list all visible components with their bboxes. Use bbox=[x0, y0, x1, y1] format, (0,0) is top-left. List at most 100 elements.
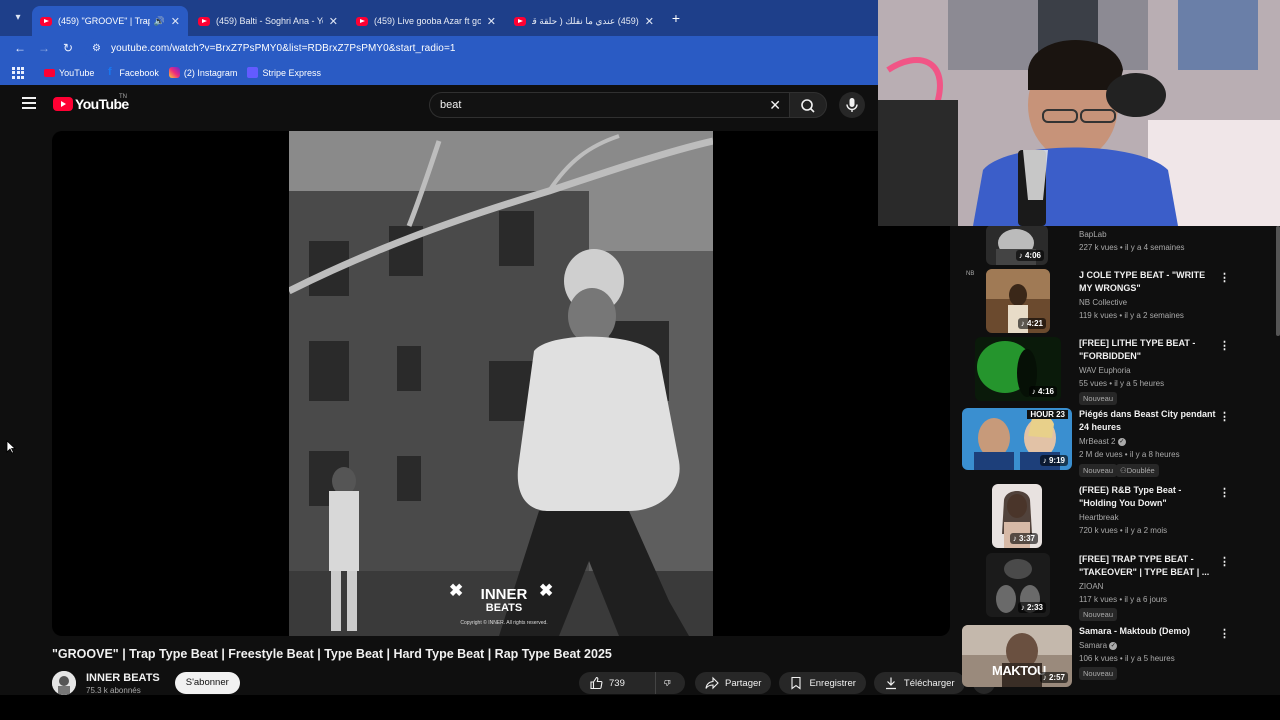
more-vert-icon[interactable]: ⋮ bbox=[1219, 410, 1230, 424]
rec-channel[interactable]: ZIOAN bbox=[1079, 582, 1103, 591]
rec-channel[interactable]: WAV Euphoria bbox=[1079, 366, 1131, 375]
rec-thumbnail[interactable]: HOUR 23 ♪ 9:19 bbox=[962, 408, 1072, 470]
save-label: Enregistrer bbox=[809, 677, 856, 689]
bookmark-stripe[interactable]: Stripe Express bbox=[247, 67, 321, 78]
rec-item[interactable]: ♪ 4:16 [FREE] LITHE TYPE BEAT - "FORBIDD… bbox=[962, 337, 1262, 405]
video-frame: INNER BEATS ✖ ✖ Copyright © INNER. All r… bbox=[289, 131, 713, 636]
tab-search-chevron-icon[interactable]: ▾ bbox=[10, 10, 26, 26]
share-button[interactable]: Partager bbox=[695, 672, 772, 694]
webcam-overlay bbox=[878, 0, 1280, 226]
search-button[interactable] bbox=[789, 92, 827, 118]
rec-meta: 55 vues • il y a 5 heures bbox=[1079, 379, 1165, 388]
rec-item[interactable]: HOUR 23 ♪ 9:19 Piégés dans Beast City pe… bbox=[962, 408, 1262, 477]
search-input[interactable]: beat ✕ bbox=[429, 92, 789, 118]
instagram-icon bbox=[168, 67, 180, 78]
close-tab-icon[interactable]: ✕ bbox=[171, 15, 180, 28]
tab-title: (459) Balti - Soghri Ana - YouTu bbox=[216, 16, 323, 26]
forward-arrow-icon[interactable]: → bbox=[36, 40, 52, 56]
rec-thumbnail[interactable]: ♪ 3:37 bbox=[992, 484, 1042, 548]
new-badge: Nouveau bbox=[1079, 464, 1118, 477]
speaker-icon[interactable]: 🔊 bbox=[154, 16, 165, 27]
rec-channel[interactable]: NB Collective bbox=[1079, 298, 1127, 307]
youtube-play-icon bbox=[53, 97, 73, 111]
channel-name: Samara bbox=[1079, 641, 1108, 650]
rec-item[interactable]: ♪ 3:37 (FREE) R&B Type Beat - "Holding Y… bbox=[962, 484, 1262, 552]
more-vert-icon[interactable]: ⋮ bbox=[1219, 627, 1230, 641]
rec-thumbnail[interactable]: ♪ 2:33 bbox=[986, 553, 1050, 617]
more-vert-icon[interactable]: ⋮ bbox=[1219, 271, 1230, 285]
menu-hamburger-icon[interactable] bbox=[22, 97, 36, 109]
rec-meta: 119 k vues • il y a 2 semaines bbox=[1079, 311, 1184, 320]
channel-name: MrBeast 2 bbox=[1079, 437, 1116, 446]
rec-meta: 720 k vues • il y a 2 mois bbox=[1079, 526, 1168, 535]
youtube-favicon-icon bbox=[356, 16, 368, 26]
rec-title[interactable]: (FREE) R&B Type Beat - "Holding You Down… bbox=[1079, 484, 1217, 510]
copyright-text: Copyright © INNER. All rights reserved. bbox=[460, 620, 548, 626]
close-tab-icon[interactable]: ✕ bbox=[645, 15, 654, 28]
more-vert-icon[interactable]: ⋮ bbox=[1219, 339, 1230, 353]
rec-title[interactable]: Piégés dans Beast City pendant 24 heures bbox=[1079, 408, 1217, 434]
rec-channel[interactable]: Heartbreak bbox=[1079, 513, 1119, 522]
voice-search-button[interactable] bbox=[839, 92, 865, 118]
rec-thumbnail[interactable]: ♪ 4:16 bbox=[975, 337, 1061, 401]
channel-name[interactable]: INNER BEATS bbox=[86, 672, 160, 684]
duration-text: 4:06 bbox=[1024, 251, 1041, 260]
rec-title[interactable]: J COLE TYPE BEAT - "WRITE MY WRONGS" bbox=[1079, 269, 1217, 295]
apps-grid-icon[interactable] bbox=[12, 66, 24, 79]
search-icon bbox=[801, 99, 815, 113]
download-label: Télécharger bbox=[903, 677, 955, 689]
rec-item[interactable]: MAKTOU ♪ 2:57 Samara - Maktoub (Demo) Sa… bbox=[962, 625, 1262, 693]
close-tab-icon[interactable]: ✕ bbox=[487, 15, 496, 28]
duration-badge: ♪ 4:16 bbox=[1028, 386, 1057, 397]
rec-thumbnail[interactable]: ♪ 4:06 bbox=[986, 225, 1048, 265]
tab-groove[interactable]: (459) "GROOVE" | Trap Type 🔊 ✕ bbox=[32, 6, 188, 36]
facebook-icon: f bbox=[108, 66, 112, 78]
tab-arabic-episode[interactable]: (459) عندي ما نقلك ( حلقة قديمة ✕ bbox=[506, 6, 662, 36]
duration-text: 2:33 bbox=[1026, 603, 1043, 612]
channel-info: INNER BEATS 75.3 k abonnés bbox=[86, 672, 160, 695]
download-icon bbox=[885, 677, 896, 690]
bookmark-youtube[interactable]: YouTube bbox=[44, 68, 94, 78]
clear-search-icon[interactable]: ✕ bbox=[769, 97, 781, 114]
rec-channel[interactable]: Samara ✓ bbox=[1079, 641, 1118, 650]
bookmark-instagram[interactable]: (2) Instagram bbox=[168, 67, 237, 78]
subscribe-button[interactable]: S'abonner bbox=[174, 672, 240, 694]
rec-item[interactable]: ♪ 4:21 NB J COLE TYPE BEAT - "WRITE MY W… bbox=[962, 269, 1262, 337]
save-button[interactable]: Enregistrer bbox=[779, 672, 866, 694]
download-button[interactable]: Télécharger bbox=[873, 672, 965, 694]
dislike-button[interactable] bbox=[655, 672, 685, 694]
tab-balti[interactable]: (459) Balti - Soghri Ana - YouTu ✕ bbox=[190, 6, 346, 36]
verified-check-icon: ✓ bbox=[1109, 641, 1118, 650]
site-info-icon[interactable]: ⚙ bbox=[92, 43, 101, 54]
more-vert-icon[interactable]: ⋮ bbox=[1219, 486, 1230, 500]
duration-badge: ♪ 3:37 bbox=[1009, 533, 1038, 544]
reload-icon[interactable]: ↻ bbox=[60, 40, 76, 56]
rec-channel[interactable]: MrBeast 2 ✓ bbox=[1079, 437, 1126, 446]
sidebar-scrollbar[interactable] bbox=[1276, 226, 1280, 336]
rec-meta: 117 k vues • il y a 6 jours bbox=[1079, 595, 1168, 604]
video-player[interactable]: INNER BEATS ✖ ✖ Copyright © INNER. All r… bbox=[52, 131, 950, 636]
rec-meta: 2 M de vues • il y a 8 heures bbox=[1079, 450, 1180, 459]
like-button[interactable]: 739 bbox=[579, 672, 655, 694]
rec-thumbnail[interactable]: ♪ 4:21 bbox=[986, 269, 1050, 333]
new-tab-plus-icon[interactable]: + bbox=[668, 10, 684, 26]
rec-thumbnail[interactable]: MAKTOU ♪ 2:57 bbox=[962, 625, 1072, 687]
channel-avatar[interactable] bbox=[52, 671, 76, 695]
duration-text: 2:57 bbox=[1048, 673, 1065, 682]
more-vert-icon[interactable]: ⋮ bbox=[1219, 555, 1230, 569]
rec-title[interactable]: [FREE] TRAP TYPE BEAT - "TAKEOVER" | TYP… bbox=[1079, 553, 1217, 579]
rec-channel[interactable]: BapLab bbox=[1079, 230, 1107, 239]
rec-item[interactable]: ♪ 4:06 BapLab 227 k vues • il y a 4 sema… bbox=[962, 225, 1262, 265]
youtube-logo[interactable]: YouTube TN bbox=[53, 94, 129, 112]
rec-item[interactable]: ♪ 2:33 [FREE] TRAP TYPE BEAT - "TAKEOVER… bbox=[962, 553, 1262, 621]
rec-title[interactable]: Samara - Maktoub (Demo) bbox=[1079, 625, 1217, 638]
duration-text: 4:16 bbox=[1037, 387, 1054, 396]
bookmark-facebook[interactable]: f Facebook bbox=[104, 67, 159, 78]
tab-live-gooba[interactable]: (459) Live gooba Azar ft gomm ✕ bbox=[348, 6, 504, 36]
close-tab-icon[interactable]: ✕ bbox=[329, 15, 338, 28]
channel-owner: INNER BEATS 75.3 k abonnés S'abonner bbox=[52, 669, 240, 697]
rec-title[interactable]: [FREE] LITHE TYPE BEAT - "FORBIDDEN" bbox=[1079, 337, 1217, 363]
address-bar[interactable]: ⚙ youtube.com/watch?v=BrxZ7PsPMY0&list=R… bbox=[84, 38, 884, 58]
duration-text: 9:19 bbox=[1048, 456, 1065, 465]
back-arrow-icon[interactable]: ← bbox=[12, 40, 28, 56]
